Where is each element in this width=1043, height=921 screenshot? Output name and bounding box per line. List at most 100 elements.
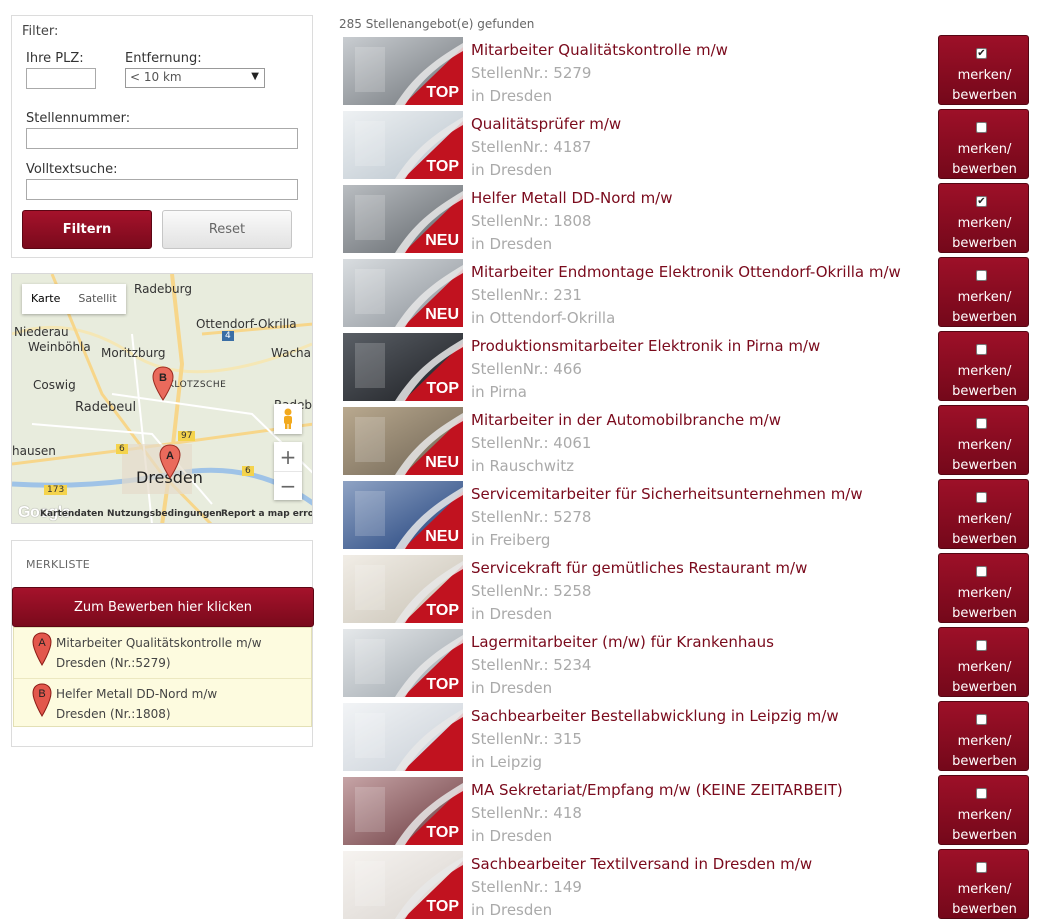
job-title-link[interactable]: Sachbearbeiter Bestellabwicklung in Leip… [471,707,839,725]
job-row: TOP Sachbearbeiter Textilversand in Dresd… [343,849,1033,921]
map-report-link[interactable]: Report a map error [221,509,312,519]
remember-apply-button[interactable]: merken/bewerben [938,701,1029,771]
zoom-out-button[interactable]: − [274,471,302,500]
number-input[interactable] [26,128,298,149]
job-badge: TOP [426,602,459,619]
job-thumbnail[interactable]: TOP [343,629,463,697]
job-thumbnail[interactable]: NEU [343,185,463,253]
job-row: TOP Servicekraft für gemütliches Restaura… [343,553,1033,625]
road-number: 4 [222,331,234,341]
job-thumbnail[interactable] [343,703,463,771]
remember-checkbox[interactable] [976,122,987,133]
merkliste-panel: MERKLISTE Zum Bewerben hier klicken A Mi… [11,540,314,747]
job-location: in Ottendorf-Okrilla [471,309,616,327]
remember-apply-button[interactable]: merken/bewerben [938,479,1029,549]
map-label: Moritzburg [101,346,166,360]
job-title-link[interactable]: Mitarbeiter in der Automobilbranche m/w [471,411,781,429]
job-title-link[interactable]: Servicekraft für gemütliches Restaurant … [471,559,807,577]
job-location: in Rauschwitz [471,457,574,475]
job-title-link[interactable]: Sachbearbeiter Textilversand in Dresden … [471,855,812,873]
remember-apply-button[interactable]: merken/bewerben [938,553,1029,623]
remember-checkbox[interactable] [976,492,987,503]
remember-checkbox[interactable] [976,714,987,725]
plz-input[interactable] [26,68,96,89]
road-number: 97 [178,431,196,441]
remember-apply-button[interactable]: merken/bewerben [938,257,1029,327]
remember-label-line2: bewerben [952,310,1017,325]
zoom-in-button[interactable]: + [274,442,302,471]
list-item[interactable]: B Helfer Metall DD-Nord m/w Dresden (Nr.… [14,678,311,728]
job-thumbnail[interactable]: NEU [343,259,463,327]
remember-checkbox[interactable] [976,344,987,355]
job-thumbnail[interactable]: TOP [343,111,463,179]
merkliste-item-text: Mitarbeiter Qualitätskontrolle m/w Dresd… [56,633,262,673]
map-pin-a-icon[interactable]: A [159,444,181,480]
remember-apply-button[interactable]: merken/bewerben [938,331,1029,401]
remember-checkbox[interactable] [976,788,987,799]
job-location: in Dresden [471,901,553,919]
job-thumbnail[interactable]: NEU [343,407,463,475]
pegman-icon[interactable] [274,404,302,434]
merkliste-item-sub: Dresden (Nr.:5279) [56,656,171,670]
remember-checkbox[interactable]: ✔ [976,48,987,59]
map-terms-link[interactable]: Nutzungsbedingungen [107,509,222,519]
job-row: TOP MA Sekretariat/Empfang m/w (KEINE ZEI… [343,775,1033,847]
distance-select[interactable]: < 10 km ▼ [125,68,265,88]
pin-letter: A [38,637,46,649]
remember-label-line1: merken/ [957,216,1012,231]
remember-apply-button[interactable]: merken/bewerben [938,775,1029,845]
job-title-link[interactable]: Mitarbeiter Endmontage Elektronik Ottend… [471,263,901,281]
apply-button[interactable]: Zum Bewerben hier klicken [12,587,314,627]
job-title-link[interactable]: Qualitätsprüfer m/w [471,115,621,133]
remember-checkbox[interactable] [976,862,987,873]
remember-label-line1: merken/ [957,882,1012,897]
job-title-link[interactable]: Helfer Metall DD-Nord m/w [471,189,673,207]
job-number: StellenNr.: 5279 [471,64,592,82]
merkliste-list: A Mitarbeiter Qualitätskontrolle m/w Dre… [13,627,312,727]
reset-button[interactable]: Reset [162,210,292,249]
map-data-link[interactable]: Kartendaten [40,509,104,519]
remember-apply-button[interactable]: merken/bewerben [938,405,1029,475]
pin-a-icon: A [32,632,52,666]
job-location: in Dresden [471,679,553,697]
job-number: StellenNr.: 4187 [471,138,592,156]
job-thumbnail[interactable]: TOP [343,851,463,919]
job-thumbnail[interactable]: TOP [343,555,463,623]
fulltext-input[interactable] [26,179,298,200]
remember-checkbox[interactable]: ✔ [976,196,987,207]
remember-apply-button[interactable]: ✔ merken/bewerben [938,183,1029,253]
job-thumbnail[interactable]: TOP [343,777,463,845]
map[interactable]: Karte Satellit Radeburg Niederau Weinböh… [11,273,313,524]
job-title-link[interactable]: Mitarbeiter Qualitätskontrolle m/w [471,41,728,59]
list-item[interactable]: A Mitarbeiter Qualitätskontrolle m/w Dre… [14,628,311,678]
remember-label-line2: bewerben [952,236,1017,251]
merkliste-item-title: Mitarbeiter Qualitätskontrolle m/w [56,636,262,650]
tab-satellite[interactable]: Satellit [69,284,125,314]
map-pin-b-icon[interactable]: B [152,366,174,402]
tab-map[interactable]: Karte [22,284,69,314]
remember-apply-button[interactable]: merken/bewerben [938,849,1029,919]
job-thumbnail[interactable]: TOP [343,333,463,401]
remember-label-line2: bewerben [952,384,1017,399]
job-title-link[interactable]: Lagermitarbeiter (m/w) für Krankenhaus [471,633,774,651]
job-title-link[interactable]: Servicemitarbeiter für Sicherheitsuntern… [471,485,863,503]
remember-checkbox[interactable] [976,566,987,577]
remember-checkbox[interactable] [976,640,987,651]
job-number: StellenNr.: 418 [471,804,582,822]
remember-checkbox[interactable] [976,270,987,281]
remember-checkbox[interactable] [976,418,987,429]
job-badge: TOP [426,824,459,841]
job-row: NEU Mitarbeiter Endmontage Elektronik Ott… [343,257,1033,329]
remember-label-line1: merken/ [957,586,1012,601]
remember-label-line1: merken/ [957,290,1012,305]
remember-apply-button[interactable]: merken/bewerben [938,109,1029,179]
remember-apply-button[interactable]: ✔ merken/bewerben [938,35,1029,105]
job-number: StellenNr.: 5278 [471,508,592,526]
job-thumbnail[interactable]: NEU [343,481,463,549]
remember-apply-button[interactable]: merken/bewerben [938,627,1029,697]
job-title-link[interactable]: Produktionsmitarbeiter Elektronik in Pir… [471,337,820,355]
job-number: StellenNr.: 5258 [471,582,592,600]
filter-button[interactable]: Filtern [22,210,152,249]
job-thumbnail[interactable]: TOP [343,37,463,105]
job-title-link[interactable]: MA Sekretariat/Empfang m/w (KEINE ZEITAR… [471,781,843,799]
